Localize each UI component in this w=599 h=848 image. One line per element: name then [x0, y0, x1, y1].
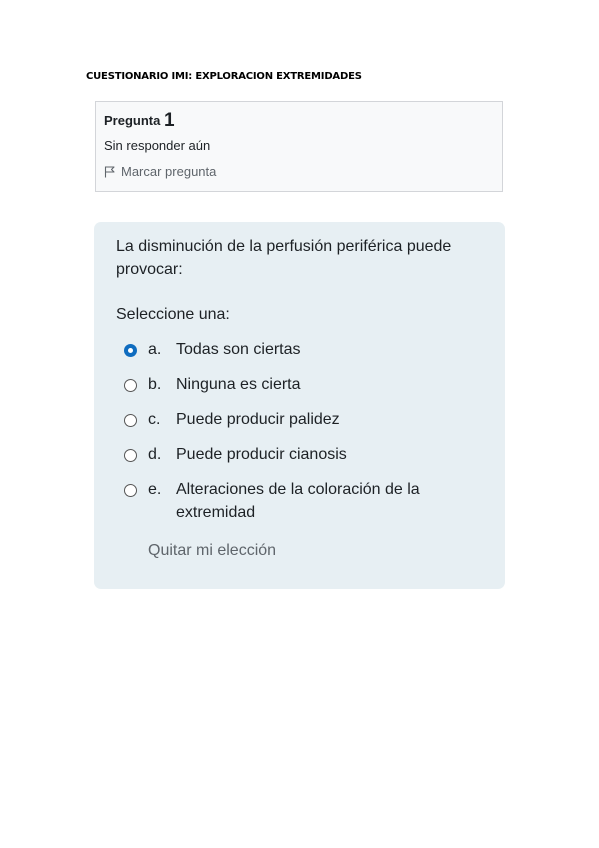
option-text: Todas son ciertas: [176, 341, 301, 358]
flag-icon: [104, 166, 115, 178]
option-text: Puede producir cianosis: [176, 446, 347, 463]
option-letter: c.: [148, 411, 161, 428]
question-number-value: 1: [163, 110, 175, 131]
question-content: La disminución de la perfusión periféric…: [94, 222, 505, 589]
option-text: Alteraciones de la coloración de la extr…: [176, 481, 420, 521]
answer-options: a. Todas son ciertas b. Ninguna es ciert…: [116, 338, 483, 524]
answer-option-b[interactable]: b. Ninguna es cierta: [124, 373, 483, 396]
flag-question-label: Marcar pregunta: [121, 164, 217, 179]
answer-option-c[interactable]: c. Puede producir palidez: [124, 408, 483, 431]
radio-option-e[interactable]: [124, 484, 137, 497]
question-text: La disminución de la perfusión periféric…: [116, 238, 452, 278]
question-state: Sin responder aún: [104, 138, 211, 153]
document-title: CUESTIONARIO IMI: EXPLORACION EXTREMIDAD…: [86, 71, 362, 82]
answer-option-a[interactable]: a. Todas son ciertas: [124, 338, 483, 361]
option-letter: b.: [148, 376, 162, 393]
option-text: Puede producir palidez: [176, 411, 340, 428]
answer-option-e[interactable]: e. Alteraciones de la coloración de la e…: [124, 478, 483, 524]
option-letter: d.: [148, 446, 162, 463]
radio-option-c[interactable]: [124, 414, 137, 427]
question-label: Pregunta: [104, 113, 161, 128]
radio-option-b[interactable]: [124, 379, 137, 392]
flag-question-link[interactable]: Marcar pregunta: [104, 163, 494, 181]
option-text: Ninguna es cierta: [176, 376, 301, 393]
radio-option-a[interactable]: [124, 344, 137, 357]
option-letter: e.: [148, 481, 162, 498]
answer-prompt: Seleccione una:: [116, 306, 230, 323]
question-info-panel: Pregunta 1 Sin responder aún Marcar preg…: [95, 101, 503, 192]
question-number: Pregunta 1: [104, 111, 494, 131]
option-letter: a.: [148, 341, 162, 358]
answer-option-d[interactable]: d. Puede producir cianosis: [124, 443, 483, 466]
clear-choice-link[interactable]: Quitar mi elección: [148, 542, 276, 560]
radio-option-d[interactable]: [124, 449, 137, 462]
